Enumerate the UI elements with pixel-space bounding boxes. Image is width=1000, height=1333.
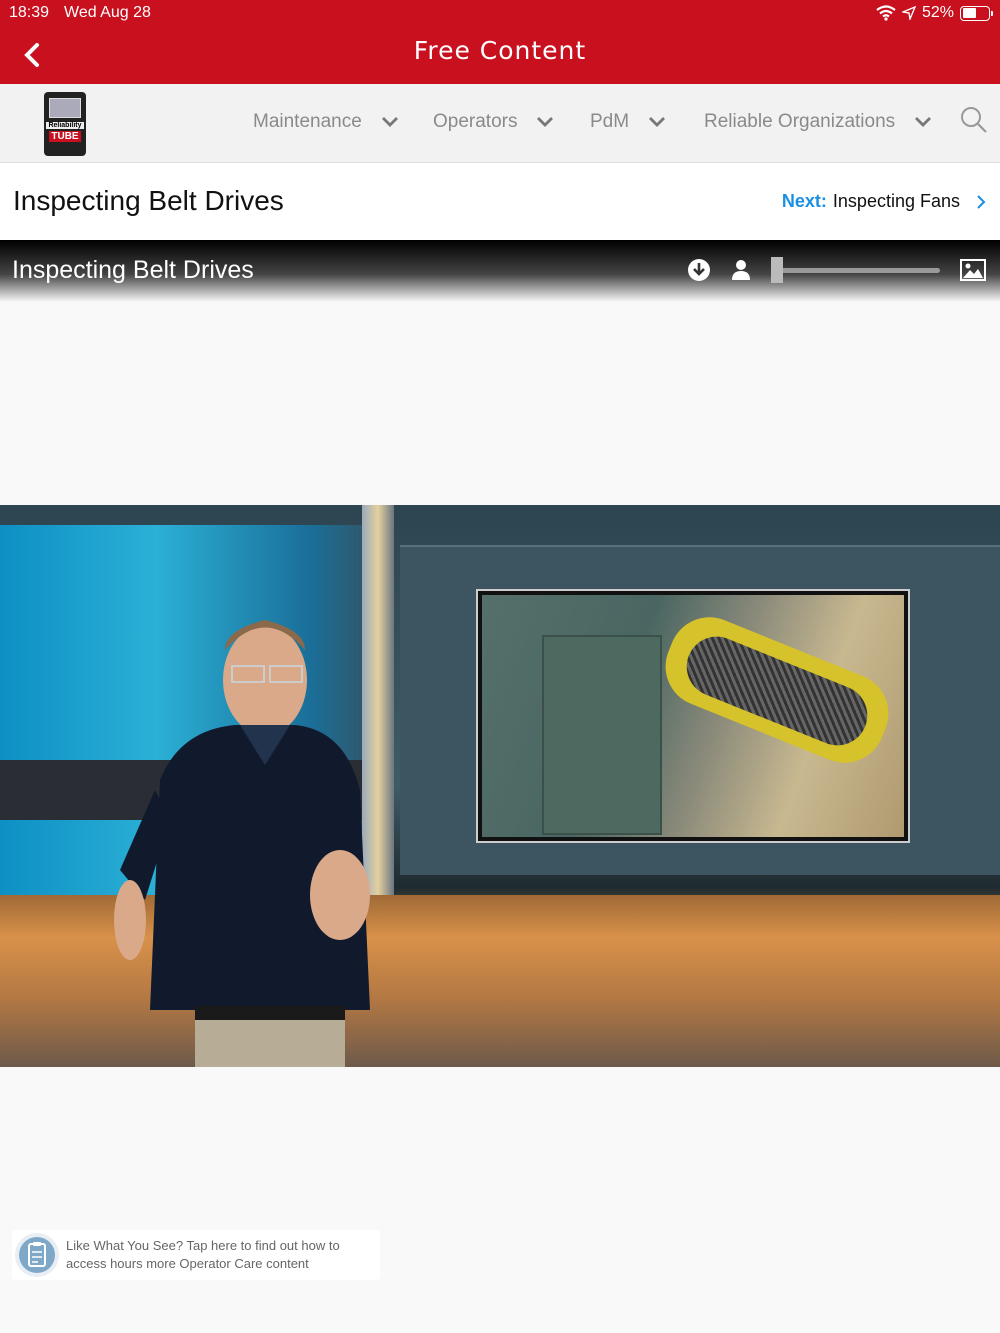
logo-text-line1: Reliability	[46, 122, 84, 129]
studio-monitor	[476, 589, 910, 843]
image-icon[interactable]	[960, 259, 986, 281]
content-header: Inspecting Belt Drives Next: Inspecting …	[0, 163, 1000, 240]
nav-item-reliable-organizations[interactable]: Reliable Organizations	[704, 111, 932, 133]
logo-screen	[49, 98, 81, 118]
status-date: Wed Aug 28	[64, 4, 151, 21]
nav-item-pdm[interactable]: PdM	[590, 111, 666, 133]
nav-item-label: Maintenance	[253, 111, 362, 132]
chevron-right-icon	[977, 194, 986, 209]
status-right: 52%	[876, 4, 993, 22]
next-title: Inspecting Fans	[832, 191, 960, 211]
video-frame[interactable]	[0, 505, 1000, 1067]
battery-percent: 52%	[921, 4, 954, 21]
user-icon[interactable]	[731, 259, 751, 281]
operator-care-promo[interactable]: Like What You See? Tap here to find out …	[12, 1230, 380, 1280]
video-slider-track[interactable]	[772, 268, 940, 273]
chevron-down-icon	[649, 117, 666, 127]
next-label: Next:	[781, 191, 827, 211]
monitor-image	[482, 595, 904, 837]
nav-item-operators[interactable]: Operators	[433, 111, 554, 133]
nav-item-label: Operators	[433, 111, 518, 132]
nav-item-label: PdM	[590, 111, 630, 132]
status-bar: 18:39 Wed Aug 28 52%	[0, 0, 1000, 28]
location-arrow-icon	[901, 6, 916, 20]
page-header-title: Free Content	[413, 36, 587, 65]
nav-item-maintenance[interactable]: Maintenance	[253, 111, 398, 133]
top-bar: 18:39 Wed Aug 28 52% Free Content	[0, 0, 1000, 84]
promo-line1: Like What You See? Tap here to find out …	[66, 1238, 340, 1253]
reliability-tube-logo[interactable]: Reliability TUBE	[44, 92, 86, 156]
chevron-down-icon	[537, 117, 554, 127]
chevron-down-icon	[381, 117, 398, 127]
nav-bar: Reliability TUBE Maintenance Operators P…	[0, 84, 1000, 163]
video-slider-thumb[interactable]	[771, 257, 783, 283]
video-toolbar: Inspecting Belt Drives	[0, 240, 1000, 302]
clipboard-gear-icon	[15, 1233, 59, 1277]
download-icon[interactable]	[687, 258, 711, 282]
promo-line2: access hours more Operator Care content	[66, 1256, 309, 1271]
status-time: 18:39	[9, 4, 50, 21]
video-title: Inspecting Belt Drives	[12, 256, 254, 284]
chevron-down-icon	[915, 117, 932, 127]
logo-text-line2: TUBE	[49, 131, 81, 142]
promo-text: Like What You See? Tap here to find out …	[66, 1237, 366, 1273]
presenter	[114, 620, 370, 1067]
page-title: Inspecting Belt Drives	[13, 185, 284, 216]
nav-item-label: Reliable Organizations	[704, 111, 896, 132]
battery-icon	[960, 5, 993, 21]
wifi-icon	[876, 5, 896, 21]
equipment-box	[542, 635, 662, 835]
next-video-link[interactable]: Next: Inspecting Fans	[782, 191, 986, 212]
search-icon[interactable]	[960, 106, 988, 134]
